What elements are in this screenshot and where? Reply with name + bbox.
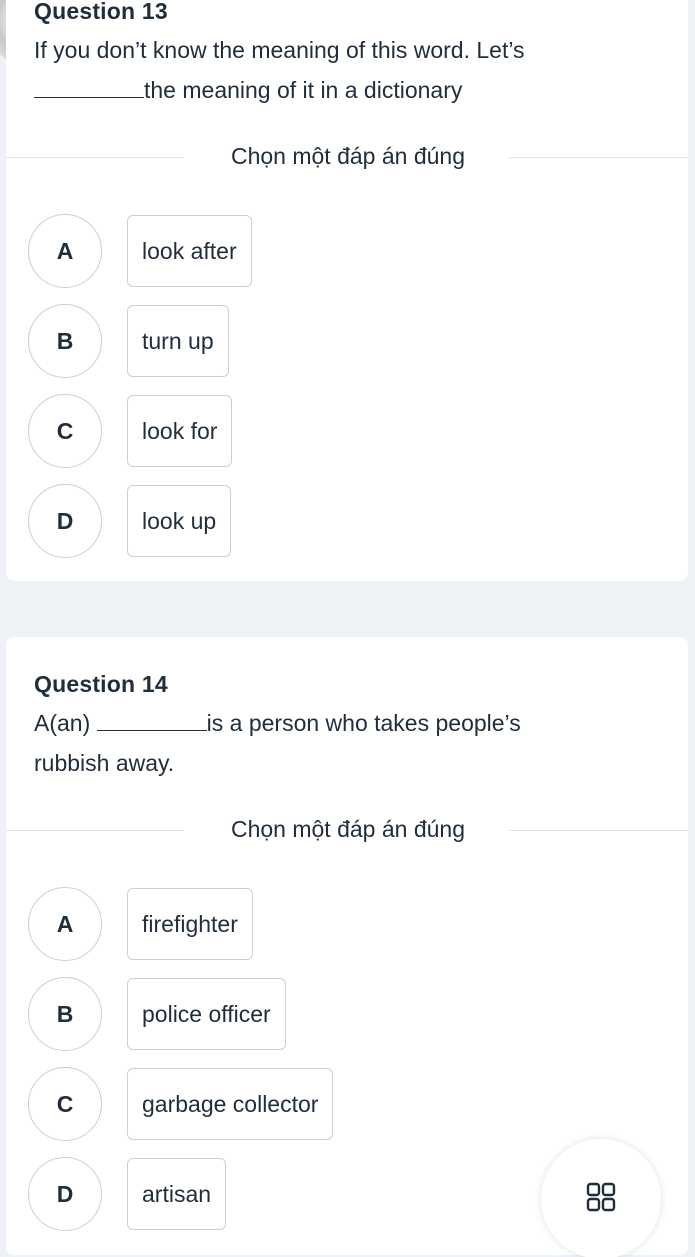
question-list-button[interactable] (541, 1139, 661, 1257)
answer-prompt: Chọn một đáp án đúng (230, 143, 465, 169)
option-b[interactable]: B turn up (28, 304, 229, 378)
option-d[interactable]: D look up (28, 484, 232, 558)
option-letter[interactable]: C (28, 394, 102, 468)
question-text-middle: is a person who takes people’s (206, 710, 521, 736)
option-letter[interactable]: C (28, 1067, 102, 1141)
option-c[interactable]: C look for (28, 394, 233, 468)
option-letter[interactable]: B (28, 977, 102, 1051)
option-answer[interactable]: look up (127, 485, 232, 557)
question-text: If you don’t know the meaning of this wo… (34, 30, 674, 110)
option-b[interactable]: B police officer (28, 977, 286, 1051)
answer-prompt: Chọn một đáp án đúng (230, 816, 465, 842)
option-letter[interactable]: A (28, 887, 102, 961)
question-text: A(an) is a person who takes people’s rub… (34, 703, 674, 783)
answer-blank (34, 76, 144, 98)
option-c[interactable]: C garbage collector (28, 1067, 334, 1141)
option-answer[interactable]: police officer (127, 978, 286, 1050)
option-answer[interactable]: garbage collector (127, 1068, 334, 1140)
option-answer[interactable]: firefighter (127, 888, 253, 960)
option-a[interactable]: A look after (28, 214, 252, 288)
option-letter[interactable]: B (28, 304, 102, 378)
answer-blank (96, 709, 207, 731)
question-title: Question 14 (34, 671, 168, 697)
option-answer[interactable]: turn up (127, 305, 229, 377)
question-text-start: A(an) (34, 710, 91, 736)
answer-prompt-divider: Chọn một đáp án đúng (6, 816, 688, 846)
option-answer[interactable]: look after (127, 215, 252, 287)
grid-icon (586, 1182, 616, 1217)
option-letter[interactable]: D (28, 1157, 102, 1231)
question-card: Question 13 If you don’t know the meanin… (6, 0, 688, 581)
option-answer[interactable]: artisan (127, 1158, 227, 1230)
option-letter[interactable]: A (28, 214, 102, 288)
option-d[interactable]: D artisan (28, 1157, 227, 1231)
question-text-line1: If you don’t know the meaning of this wo… (34, 37, 525, 63)
answer-prompt-divider: Chọn một đáp án đúng (6, 143, 688, 173)
option-a[interactable]: A firefighter (28, 887, 253, 961)
option-letter[interactable]: D (28, 484, 102, 558)
question-title: Question 13 (34, 0, 168, 24)
question-text-line2: the meaning of it in a dictionary (144, 77, 463, 103)
question-text-line2: rubbish away. (34, 750, 175, 776)
option-answer[interactable]: look for (127, 395, 233, 467)
